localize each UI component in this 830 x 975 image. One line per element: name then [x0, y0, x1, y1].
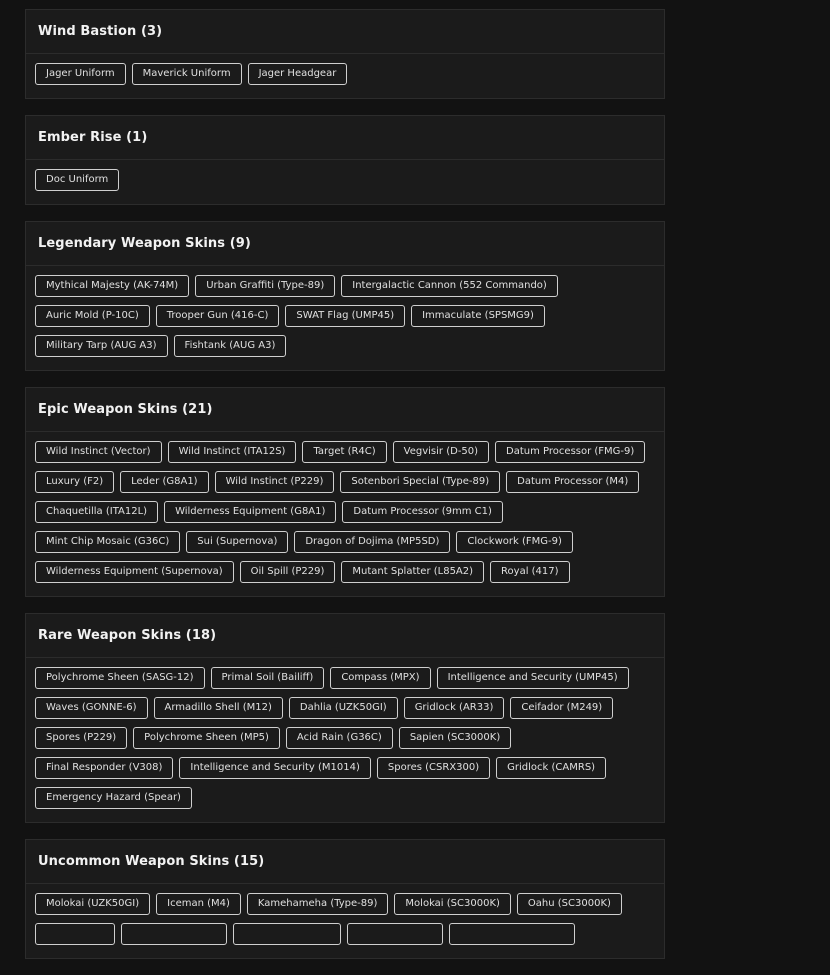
item-chip-list: Mythical Majesty (AK-74M) Urban Graffiti …	[26, 266, 664, 370]
item-chip[interactable]: Spores (CSRX300)	[376, 757, 491, 779]
item-chip[interactable]: Intergalactic Cannon (552 Commando)	[341, 275, 558, 297]
item-chip[interactable]: Gridlock (AR33)	[403, 697, 505, 719]
item-chip[interactable]: Fishtank (AUG A3)	[173, 335, 287, 357]
item-chip[interactable]: Chaquetilla (ITA12L)	[35, 501, 159, 523]
item-chip[interactable]: Doc Uniform	[35, 169, 120, 191]
category-section: Legendary Weapon Skins (9) Mythical Majes…	[25, 221, 665, 371]
section-header: Epic Weapon Skins (21)	[26, 388, 664, 432]
category-section: Epic Weapon Skins (21) Wild Instinct (Vec…	[25, 387, 665, 597]
section-title: Rare Weapon Skins (18)	[38, 628, 217, 643]
item-chip[interactable]: Waves (GONNE-6)	[35, 697, 148, 719]
item-chip-list: Doc Uniform	[26, 160, 664, 204]
item-chip[interactable]: Oil Spill (P229)	[239, 561, 336, 583]
item-chip[interactable]: Molokai (SC3000K)	[394, 893, 511, 915]
item-chip[interactable]: Auric Mold (P-10C)	[35, 305, 150, 327]
item-chip[interactable]: Intelligence and Security (M1014)	[179, 757, 371, 779]
item-chip[interactable]: Molokai (UZK50GI)	[35, 893, 151, 915]
item-chip[interactable]: Mythical Majesty (AK-74M)	[35, 275, 190, 297]
item-chip[interactable]: Kamehameha (Type-89)	[246, 893, 389, 915]
item-chip[interactable]: Trooper Gun (416-C)	[155, 305, 280, 327]
item-chip[interactable]	[347, 923, 443, 945]
item-chip[interactable]: Jager Headgear	[247, 63, 348, 85]
item-chip[interactable]: Dragon of Dojima (MP5SD)	[294, 531, 451, 553]
category-section: Uncommon Weapon Skins (15) Molokai (UZK50…	[25, 839, 665, 959]
section-title: Ember Rise (1)	[38, 130, 148, 145]
item-chip[interactable]: Gridlock (CAMRS)	[496, 757, 607, 779]
item-chip[interactable]: Leder (G8A1)	[120, 471, 209, 493]
section-header: Ember Rise (1)	[26, 116, 664, 160]
item-chip[interactable]: Sui (Supernova)	[186, 531, 289, 553]
item-chip[interactable]: Wild Instinct (ITA12S)	[167, 441, 297, 463]
section-header: Legendary Weapon Skins (9)	[26, 222, 664, 266]
category-section: Wind Bastion (3) Jager Uniform Maverick Un…	[25, 9, 665, 99]
item-chip[interactable]: Datum Processor (9mm C1)	[342, 501, 503, 523]
item-chip[interactable]: Wilderness Equipment (G8A1)	[164, 501, 337, 523]
category-section: Rare Weapon Skins (18) Polychrome Sheen (…	[25, 613, 665, 823]
item-chip[interactable]	[121, 923, 227, 945]
item-chip-list: Jager Uniform Maverick Uniform Jager Headg…	[26, 54, 664, 98]
section-header: Rare Weapon Skins (18)	[26, 614, 664, 658]
section-title: Legendary Weapon Skins (9)	[38, 236, 251, 251]
item-chip[interactable]: Royal (417)	[490, 561, 570, 583]
item-chip[interactable]: Final Responder (V308)	[35, 757, 174, 779]
section-header: Wind Bastion (3)	[26, 10, 664, 54]
item-chip[interactable]: Primal Soil (Bailiff)	[210, 667, 325, 689]
item-chip[interactable]: Target (R4C)	[302, 441, 387, 463]
item-chip[interactable]: Iceman (M4)	[156, 893, 241, 915]
unlockables-list: Wind Bastion (3) Jager Uniform Maverick Un…	[25, 9, 665, 975]
item-chip[interactable]: Luxury (F2)	[35, 471, 115, 493]
item-chip[interactable]: Compass (MPX)	[330, 667, 431, 689]
item-chip[interactable]: Urban Graffiti (Type-89)	[195, 275, 336, 297]
item-chip[interactable]: Wilderness Equipment (Supernova)	[35, 561, 234, 583]
item-chip[interactable]: Mutant Splatter (L85A2)	[341, 561, 485, 583]
item-chip[interactable]: Intelligence and Security (UMP45)	[436, 667, 629, 689]
item-chip[interactable]: Military Tarp (AUG A3)	[35, 335, 168, 357]
item-chip[interactable]: Emergency Hazard (Spear)	[35, 787, 192, 809]
item-chip-list: Molokai (UZK50GI) Iceman (M4) Kamehameha (…	[26, 884, 664, 958]
item-chip[interactable]: Dahlia (UZK50GI)	[288, 697, 398, 719]
item-chip[interactable]	[449, 923, 575, 945]
item-chip[interactable]: Polychrome Sheen (MP5)	[133, 727, 280, 749]
item-chip[interactable]: Ceifador (M249)	[510, 697, 614, 719]
item-chip[interactable]: Oahu (SC3000K)	[516, 893, 622, 915]
item-chip[interactable]: Armadillo Shell (M12)	[153, 697, 283, 719]
item-chip[interactable]: Spores (P229)	[35, 727, 128, 749]
item-chip[interactable]: Sotenbori Special (Type-89)	[340, 471, 501, 493]
item-chip[interactable]: Immaculate (SPSMG9)	[411, 305, 545, 327]
item-chip[interactable]	[233, 923, 341, 945]
section-title: Uncommon Weapon Skins (15)	[38, 854, 265, 869]
item-chip[interactable]: SWAT Flag (UMP45)	[285, 305, 406, 327]
item-chip-list: Wild Instinct (Vector) Wild Instinct (ITA…	[26, 432, 664, 596]
item-chip[interactable]: Jager Uniform	[35, 63, 126, 85]
item-chip[interactable]: Wild Instinct (Vector)	[35, 441, 162, 463]
item-chip[interactable]: Datum Processor (FMG-9)	[495, 441, 646, 463]
item-chip[interactable]: Vegvisir (D-50)	[392, 441, 490, 463]
item-chip-list: Polychrome Sheen (SASG-12) Primal Soil (B…	[26, 658, 664, 822]
item-chip[interactable]	[35, 923, 115, 945]
item-chip[interactable]: Polychrome Sheen (SASG-12)	[35, 667, 205, 689]
item-chip[interactable]: Clockwork (FMG-9)	[456, 531, 573, 553]
item-chip[interactable]: Datum Processor (M4)	[506, 471, 640, 493]
section-title: Wind Bastion (3)	[38, 24, 163, 39]
item-chip[interactable]: Wild Instinct (P229)	[214, 471, 335, 493]
item-chip[interactable]: Mint Chip Mosaic (G36C)	[35, 531, 181, 553]
category-section: Ember Rise (1) Doc Uniform	[25, 115, 665, 205]
section-title: Epic Weapon Skins (21)	[38, 402, 213, 417]
item-chip[interactable]: Sapien (SC3000K)	[398, 727, 512, 749]
item-chip[interactable]: Acid Rain (G36C)	[285, 727, 393, 749]
item-chip[interactable]: Maverick Uniform	[131, 63, 242, 85]
section-header: Uncommon Weapon Skins (15)	[26, 840, 664, 884]
